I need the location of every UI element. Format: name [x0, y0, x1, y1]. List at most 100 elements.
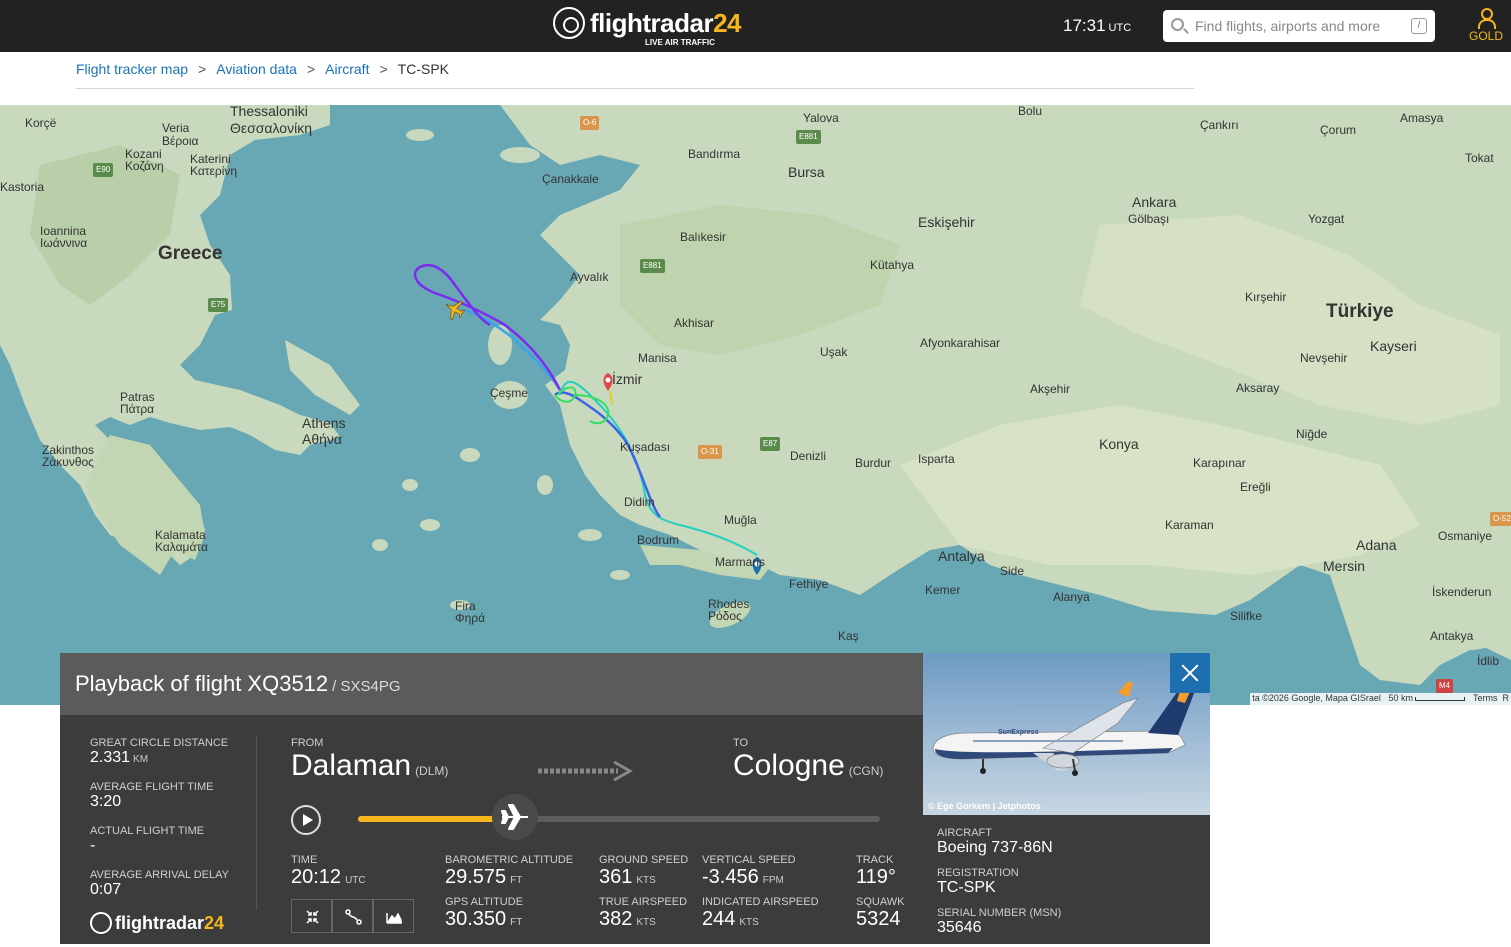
- divider: [256, 735, 257, 910]
- map-terms-link[interactable]: Terms: [1473, 693, 1498, 703]
- map-label-osmaniye: Osmaniye: [1438, 529, 1493, 543]
- playback-timeline[interactable]: [358, 794, 880, 840]
- breadcrumb-flight-tracker-map[interactable]: Flight tracker map: [76, 61, 188, 88]
- aircraft-info: AIRCRAFT Boeing 737-86N REGISTRATION TC-…: [937, 827, 1061, 947]
- track-value: 119°: [856, 866, 896, 888]
- time-label: TIME: [291, 854, 318, 866]
- map-label-kalamata-greek: Καλαμάτα: [155, 540, 208, 554]
- indicated-airspeed-label: INDICATED AIRSPEED: [702, 896, 819, 908]
- map-label-ioannina-greek: Ιωάννινα: [40, 236, 88, 250]
- map-label-kutahya: Kütahya: [870, 258, 915, 272]
- baro-altitude-value: 29.575: [445, 866, 507, 888]
- map-label-greece: Greece: [158, 243, 223, 264]
- search-box[interactable]: /: [1163, 10, 1435, 42]
- map-label-patras-greek: Πάτρα: [120, 402, 155, 416]
- map-label-iskenderun: İskenderun: [1432, 585, 1492, 599]
- breadcrumb-aviation-data[interactable]: Aviation data: [216, 61, 297, 88]
- map-label-amasya: Amasya: [1400, 111, 1444, 125]
- ground-speed-field: GROUND SPEED 361 KTS: [599, 854, 688, 892]
- serial-number-label: SERIAL NUMBER (MSN): [937, 907, 1062, 919]
- playback-panel: Playback of flight XQ3512/ SXS4PG GREAT …: [60, 653, 923, 944]
- indicated-airspeed-field: INDICATED AIRSPEED 244 KTS: [702, 896, 819, 934]
- serial-number-value: 35646: [937, 919, 982, 936]
- map-attribution: ta ©2026 Google, Mapa GISrael 50 km Term…: [1250, 693, 1511, 705]
- logo-tagline: LIVE AIR TRAFFIC: [645, 38, 715, 47]
- route-origin: FROM Dalaman (DLM): [291, 737, 448, 783]
- map-label-bolu: Bolu: [1018, 105, 1043, 118]
- aircraft-illustration: SunExpress: [932, 681, 1198, 776]
- gps-altitude-unit: FT: [510, 917, 523, 928]
- avg-arrival-delay-value: 0:07: [90, 881, 122, 898]
- squawk-label: SQUAWK: [856, 896, 905, 908]
- flightradar24-logo[interactable]: flightradar24 LIVE AIR TRAFFIC: [553, 7, 741, 47]
- breadcrumb: Flight tracker map > Aviation data > Air…: [76, 61, 1194, 89]
- road-badge: O-52: [1490, 512, 1511, 526]
- map-label-karaman: Karaman: [1165, 518, 1214, 532]
- playback-callsign: / SXS4PG: [332, 678, 401, 695]
- squawk-field: SQUAWK 5324: [856, 896, 905, 930]
- utc-clock: 17:31 UTC: [1063, 16, 1131, 36]
- registration-label: REGISTRATION: [937, 867, 1019, 879]
- map-label-side: Side: [1000, 564, 1025, 578]
- playback-title-text: Playback of flight XQ3512: [75, 671, 329, 696]
- great-circle-label: GREAT CIRCLE DISTANCE: [90, 737, 229, 749]
- map-label-bandirma: Bandırma: [688, 147, 741, 161]
- indicated-airspeed-unit: KTS: [739, 917, 759, 928]
- route-icon: [345, 909, 362, 925]
- map-label-aksehir: Akşehir: [1030, 382, 1071, 396]
- map-label-kozani-greek: Κοζάνη: [125, 159, 164, 173]
- baro-altitude-label: BAROMETRIC ALTITUDE: [445, 854, 574, 866]
- flight-track: [413, 263, 762, 575]
- map-label-thessaloniki-greek: Θεσσαλονίκη: [230, 120, 312, 136]
- playback-scrubber[interactable]: [491, 794, 538, 840]
- map-label-izmir: İzmir: [612, 371, 643, 387]
- map-label-fethiye: Fethiye: [789, 577, 829, 591]
- map-label-nigde: Niğde: [1296, 427, 1328, 441]
- indicated-airspeed-value: 244: [702, 908, 736, 930]
- altitude-graph-button[interactable]: [373, 899, 414, 933]
- map-label-kastoria: Kastoria: [0, 180, 45, 194]
- map-label-denizli: Denizli: [790, 449, 827, 463]
- road-badge: M4: [1436, 679, 1454, 693]
- avg-arrival-delay-label: AVERAGE ARRIVAL DELAY: [90, 869, 229, 881]
- play-button[interactable]: [291, 805, 321, 835]
- flight-statistics: GREAT CIRCLE DISTANCE 2.331 KM AVERAGE FL…: [90, 737, 250, 913]
- map-report-link[interactable]: R: [1503, 693, 1510, 703]
- map-label-mugla: Muğla: [724, 513, 757, 527]
- road-badge: E75: [208, 298, 229, 312]
- aircraft-type-label: AIRCRAFT: [937, 827, 992, 839]
- breadcrumb-separator: >: [379, 61, 388, 77]
- map-label-ayvalik: Ayvalık: [570, 270, 609, 284]
- account-button[interactable]: GOLD: [1466, 6, 1506, 43]
- flightradar24-footer-logo: flightradar24: [90, 912, 224, 934]
- breadcrumb-aircraft[interactable]: Aircraft: [325, 61, 369, 88]
- playback-header: Playback of flight XQ3512/ SXS4PG: [60, 653, 923, 715]
- time-unit: UTC: [345, 875, 366, 886]
- actual-flight-time-label: ACTUAL FLIGHT TIME: [90, 825, 205, 837]
- track-label: TRACK: [856, 854, 894, 866]
- search-input[interactable]: [1195, 14, 1400, 38]
- map-label-silifke: Silifke: [1230, 609, 1263, 623]
- baro-altitude-unit: FT: [510, 875, 523, 886]
- map-label-adana: Adana: [1356, 537, 1397, 553]
- attribution-text: ta ©2026 Google, Mapa GISrael: [1252, 693, 1381, 703]
- map-label-fira-greek: Φηρά: [455, 611, 486, 625]
- route-view-button[interactable]: [332, 899, 373, 933]
- flight-map[interactable]: Thessaloniki Θεσσαλονίκη Veria Βέροια Ko…: [0, 105, 1511, 705]
- fit-view-button[interactable]: [291, 899, 332, 933]
- aircraft-panel: SunExpress © Ege Gorkem | Jetphotos AIRC…: [923, 653, 1210, 944]
- map-label-katerini-greek: Κατερίνη: [190, 164, 238, 178]
- map-label-yalova: Yalova: [803, 111, 839, 125]
- map-label-veria-greek: Βέροια: [162, 134, 199, 148]
- map-label-zakinthos-greek: Ζάκυνθος: [42, 455, 94, 469]
- map-label-eregli: Ereğli: [1240, 480, 1271, 494]
- close-icon[interactable]: [1170, 653, 1210, 693]
- clock-zone: UTC: [1108, 22, 1132, 34]
- area-chart-icon: [386, 912, 402, 924]
- to-city: Cologne: [733, 749, 845, 782]
- map-label-veria: Veria: [162, 121, 190, 135]
- map-label-afyonkarahisar: Afyonkarahisar: [920, 336, 1001, 350]
- road-badge: E87: [760, 437, 781, 451]
- search-icon: [1171, 18, 1184, 31]
- aircraft-photo[interactable]: SunExpress © Ege Gorkem | Jetphotos: [923, 653, 1210, 815]
